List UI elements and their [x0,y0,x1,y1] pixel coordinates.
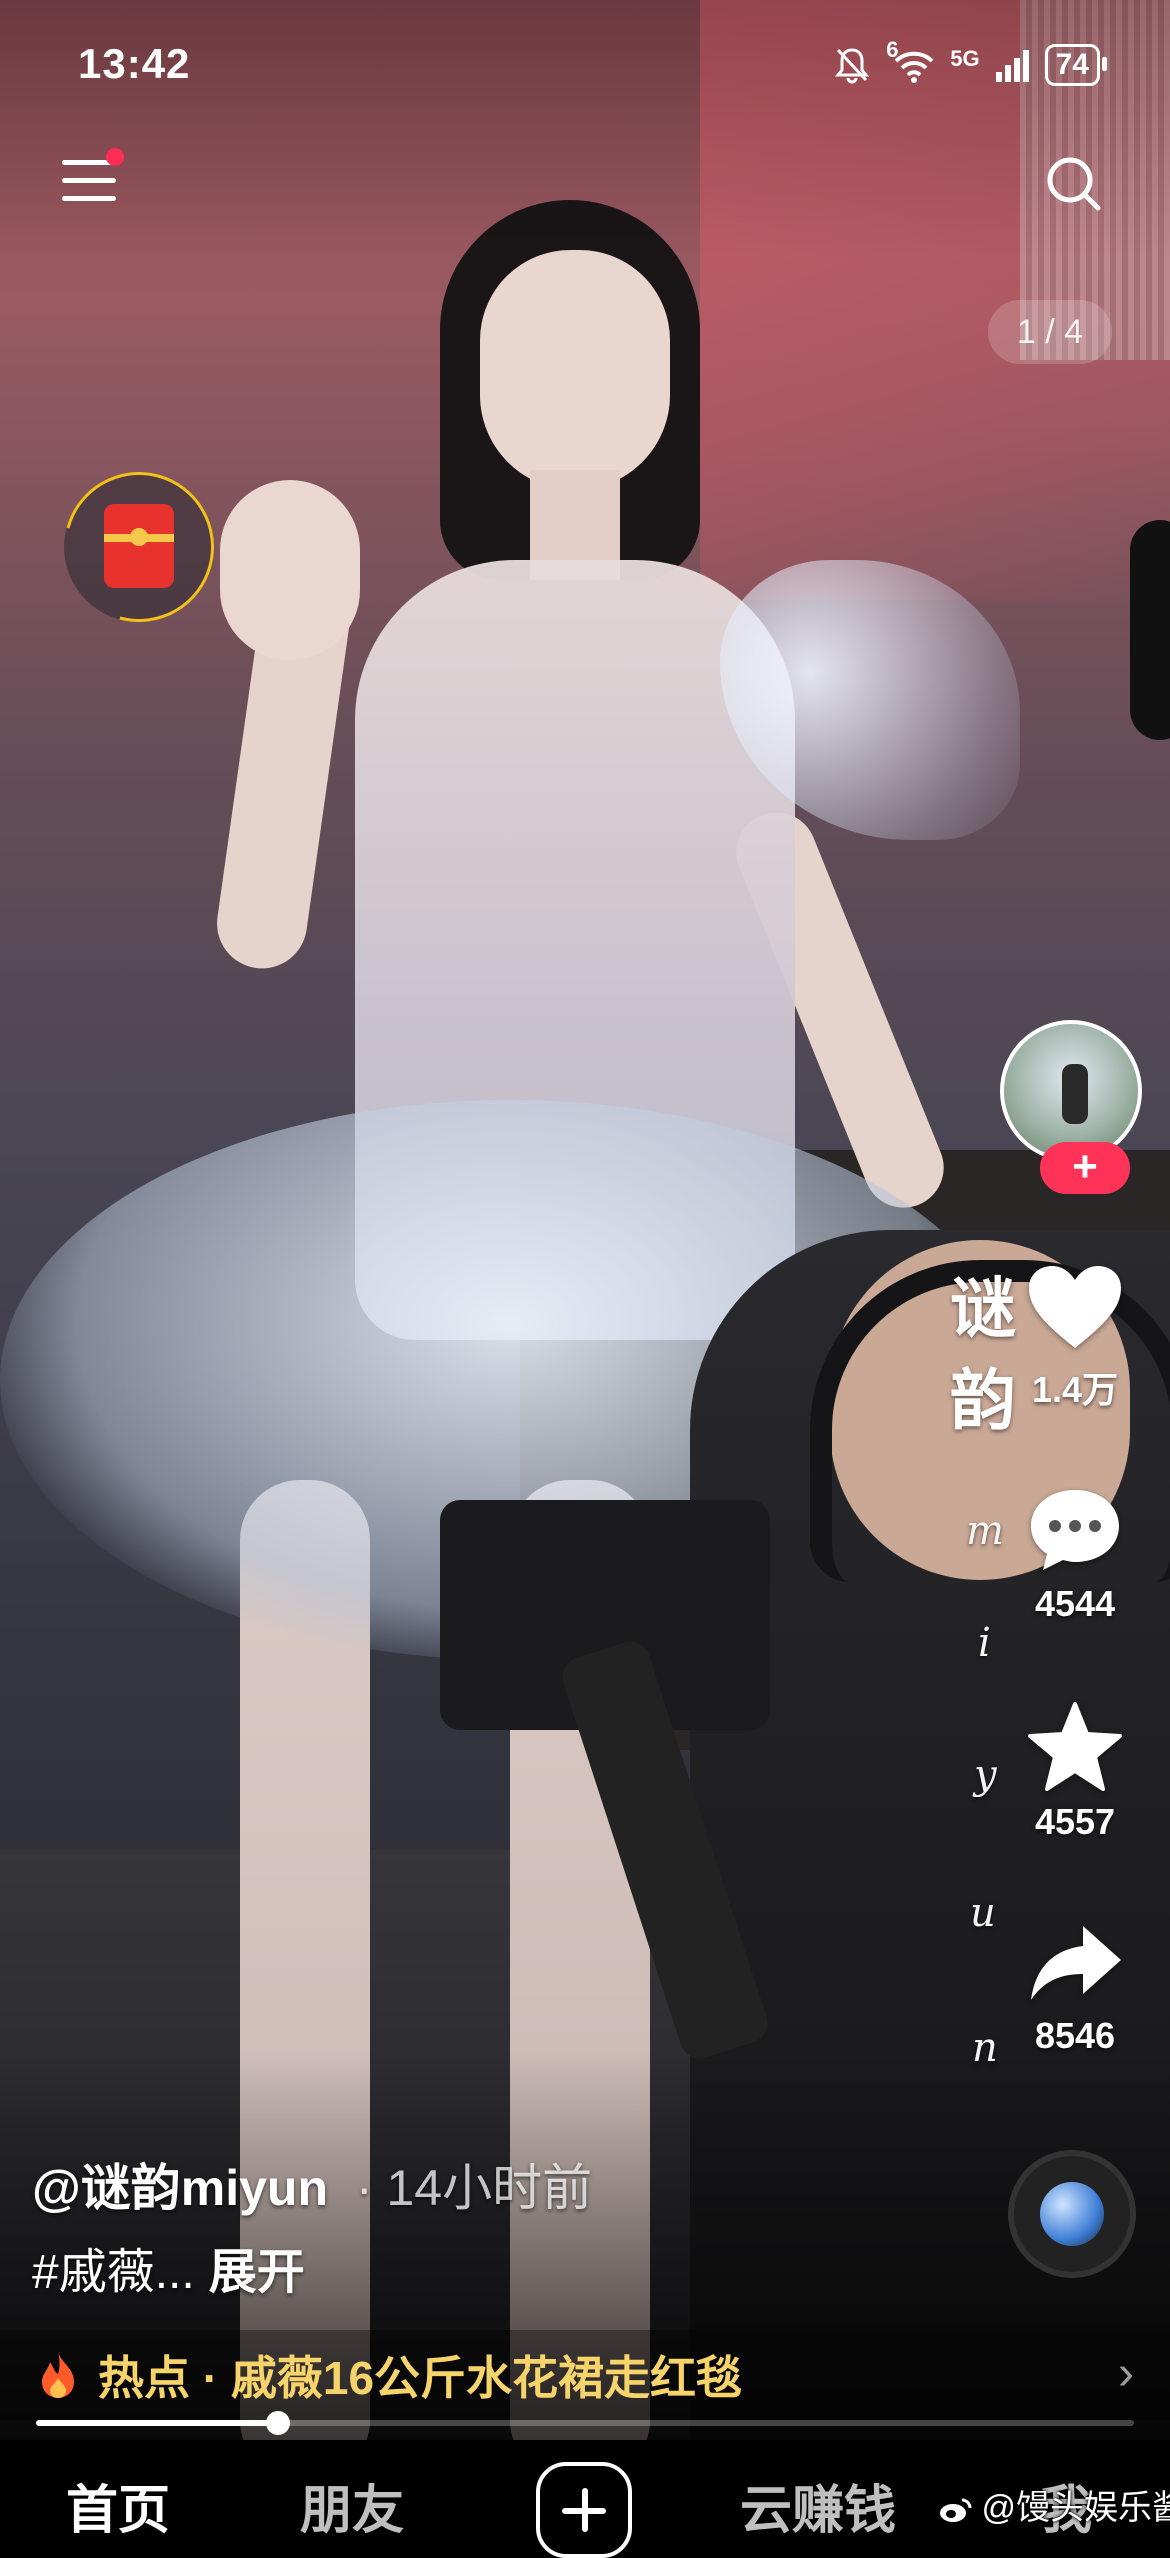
hot-topic-text: 热点 · 戚薇16公斤水花裙走红毯 [98,2352,743,2404]
music-disc[interactable] [1008,2150,1136,2278]
image-page-counter: 1 / 4 [988,300,1112,364]
bystander [1130,520,1170,740]
battery-indicator: 74 [1044,44,1108,86]
follow-button[interactable]: + [1040,1142,1130,1194]
author-avatar[interactable] [1000,1020,1142,1162]
author-script-u: u [970,1890,996,1936]
like-button[interactable]: 1.4万 [1000,1262,1150,1413]
progress-knob[interactable] [265,2411,290,2435]
share-button[interactable]: 8546 [1000,1920,1150,2057]
red-packet-reward[interactable] [36,444,242,650]
comment-icon [1031,1490,1119,1570]
expand-button[interactable]: 展开 [209,2246,305,2299]
hot-topic-bar[interactable]: 热点 · 戚薇16公斤水花裙走红毯 › [0,2330,1170,2420]
weibo-icon [940,2498,972,2523]
author-script-y: y [974,1752,997,1798]
flame-icon [42,2352,74,2398]
menu-line [62,196,116,201]
watermark-text: @馒头娱乐酱 [981,2489,1170,2527]
figure-face [480,250,670,490]
wifi-indicator: 6 [886,37,934,83]
top-shade [0,0,1170,260]
network-type: 5G [950,46,980,71]
red-envelope-icon [104,504,174,588]
status-time: 13:42 [78,40,191,87]
watermark: @馒头娱乐酱 [938,2480,1170,2529]
status-icons: 6 5G 74 [834,37,1108,86]
playback-progress[interactable] [36,2411,1134,2435]
share-arrow-icon [1031,1926,1121,2000]
create-post-button[interactable] [536,2462,632,2558]
comment-count: 4544 [1034,1583,1116,1624]
comment-button[interactable]: 4544 [1000,1484,1150,1625]
menu-line [62,178,116,183]
favorite-button[interactable]: 4557 [1000,1700,1150,1843]
mute-bell-icon [835,48,870,84]
author-script-i: i [978,1620,991,1666]
post-time: · 14小时前 [356,2160,592,2216]
time-separator: · [355,2160,373,2216]
menu-button[interactable] [62,148,124,210]
author-avatar-block[interactable]: + [1000,1020,1150,1194]
author-script-n: n [972,2025,998,2071]
progress-fill [36,2420,278,2426]
share-count: 8546 [1034,2015,1116,2056]
author-script-m: m [966,1508,1004,1554]
post-time-value: 14小时前 [386,2160,593,2216]
notification-dot [106,148,124,166]
search-button[interactable] [1044,154,1104,214]
author-handle[interactable]: @谜韵miyun [32,2160,328,2216]
caption-text[interactable]: #戚薇... [32,2246,195,2299]
heart-icon [1029,1266,1121,1348]
favorite-count: 4557 [1034,1801,1116,1842]
search-icon [1047,157,1101,211]
star-icon [1028,1702,1122,1791]
chevron-right-icon: › [1118,2347,1134,2400]
like-count: 1.4万 [1031,1369,1119,1410]
wifi-icon [894,51,934,83]
music-cover [1040,2182,1104,2246]
figure-hand [220,480,360,660]
signal-icon [995,48,1029,82]
post-author-line: @谜韵miyun · 14小时前 [32,2148,592,2220]
post-caption: #戚薇... 展开 [32,2232,305,2302]
